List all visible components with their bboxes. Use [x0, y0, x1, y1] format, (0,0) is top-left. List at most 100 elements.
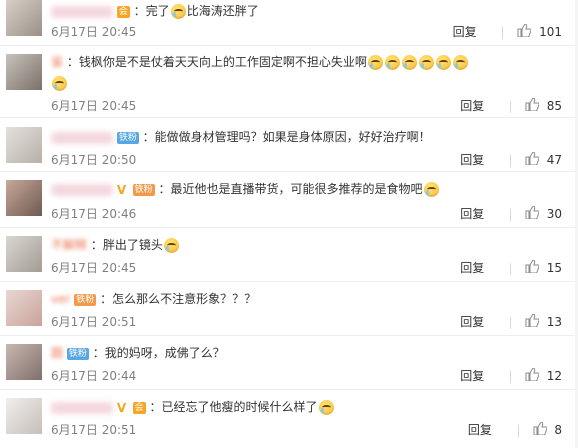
thumbs-up-icon[interactable]	[525, 259, 540, 277]
comment-item: 宙 ：钱枫你是不是仗着天天向上的工作固定啊不担心失业啊 6月17日 20:45 …	[0, 46, 578, 118]
comment-text: ：完了	[133, 4, 170, 18]
divider	[510, 316, 512, 329]
comment-meta: 6月17日 20:46 回复 30	[51, 205, 570, 223]
username[interactable]	[51, 131, 113, 144]
thumbs-up-icon[interactable]	[525, 97, 540, 115]
divider	[510, 262, 512, 275]
like-count: 8	[554, 423, 562, 437]
username[interactable]	[51, 5, 113, 18]
fan-badge: 铁粉	[132, 183, 155, 196]
reply-button[interactable]: 回复	[453, 25, 477, 39]
reply-button[interactable]: 回复	[460, 315, 484, 329]
username[interactable]	[51, 183, 113, 196]
divider	[510, 208, 512, 221]
thumbs-up-icon[interactable]	[533, 421, 548, 439]
timestamp: 6月17日 20:50	[51, 153, 137, 167]
verified-v-icon: V	[116, 400, 127, 415]
comment-body: 圆 铁粉 ：我的妈呀，成佛了么？	[51, 344, 568, 362]
comment-body: V 会 ：已经忘了他瘦的时候什么样了	[51, 398, 568, 416]
comment-body: ver 铁粉 ：怎么那么不注意形象？？？	[51, 290, 568, 308]
comment-item: 铁粉 ：能做做身材管理吗？如果是身体原因，好好治疗啊！ 6月17日 20:50 …	[0, 118, 578, 172]
emoji-icon	[401, 55, 417, 70]
emoji-icon	[384, 55, 400, 70]
fan-badge: 铁粉	[116, 131, 139, 144]
avatar[interactable]	[6, 127, 42, 163]
reply-button[interactable]: 回复	[460, 99, 484, 113]
username[interactable]: 宙	[51, 55, 63, 69]
like-count: 30	[546, 207, 562, 221]
comment-item: ver 铁粉 ：怎么那么不注意形象？？？ 6月17日 20:51 回复 13	[0, 282, 578, 336]
comment-text-tail: 比海涛还胖了	[186, 4, 259, 18]
avatar[interactable]	[6, 398, 42, 434]
timestamp: 6月17日 20:51	[51, 315, 137, 329]
comment-body: V 铁粉 ：最近他也是直播带货，可能很多推荐的是食物吧	[51, 180, 568, 198]
comment-meta: 6月17日 20:45 回复 85	[51, 97, 570, 115]
comment-body: 不解释 ：胖出了镜头	[51, 236, 568, 254]
fan-badge: 铁粉	[74, 293, 97, 306]
emoji-icon	[435, 55, 451, 70]
comment-item: 圆 铁粉 ：我的妈呀，成佛了么？ 6月17日 20:44 回复 12	[0, 336, 578, 390]
fan-badge: 铁粉	[66, 347, 89, 360]
reply-button[interactable]: 回复	[460, 261, 484, 275]
comment-item: 会 ：完了 比海涛还胖了 6月17日 20:45 回复 101	[0, 0, 578, 46]
comment-text: ：怎么那么不注意形象？？？	[100, 292, 257, 306]
username[interactable]: ver	[51, 292, 70, 306]
avatar[interactable]	[6, 236, 42, 272]
reply-button[interactable]: 回复	[468, 423, 492, 437]
emoji-icon	[423, 182, 439, 197]
timestamp: 6月17日 20:45	[51, 261, 137, 275]
comment-meta: 6月17日 20:50 回复 47	[51, 151, 570, 169]
thumbs-up-icon[interactable]	[517, 23, 532, 41]
like-count: 13	[546, 315, 562, 329]
like-count: 85	[546, 99, 562, 113]
avatar[interactable]	[6, 180, 42, 216]
reply-button[interactable]: 回复	[460, 207, 484, 221]
like-count: 101	[539, 25, 562, 39]
comment-item: 不解释 ：胖出了镜头 6月17日 20:45 回复 15	[0, 228, 578, 282]
comment-text: ：胖出了镜头	[90, 238, 163, 252]
username[interactable]	[51, 401, 113, 414]
comment-meta: 6月17日 20:51 回复 13	[51, 313, 570, 331]
divider	[517, 424, 519, 437]
like-count: 12	[546, 369, 562, 383]
username[interactable]: 圆	[51, 346, 63, 360]
divider	[502, 26, 504, 39]
verified-v-icon: V	[116, 182, 127, 197]
comment-body: 宙 ：钱枫你是不是仗着天天向上的工作固定啊不担心失业啊	[51, 52, 568, 72]
avatar[interactable]	[6, 290, 42, 326]
divider	[510, 154, 512, 167]
username[interactable]: 不解释	[51, 238, 87, 252]
timestamp: 6月17日 20:44	[51, 369, 137, 383]
emoji-icon	[318, 400, 334, 415]
avatar[interactable]	[6, 0, 42, 36]
reply-button[interactable]: 回复	[460, 153, 484, 167]
vip-badge-icon: 会	[116, 5, 130, 18]
thumbs-up-icon[interactable]	[525, 313, 540, 331]
comment-text: ：已经忘了他瘦的时候什么样了	[149, 400, 318, 414]
avatar[interactable]	[6, 54, 42, 90]
comment-meta: 6月17日 20:44 回复 12	[51, 367, 570, 385]
thumbs-up-icon[interactable]	[525, 151, 540, 169]
divider	[510, 100, 512, 113]
timestamp: 6月17日 20:46	[51, 207, 137, 221]
reply-button[interactable]: 回复	[460, 369, 484, 383]
emoji-icon	[452, 55, 468, 70]
emoji-icon	[418, 55, 434, 70]
comment-text: ：最近他也是直播带货，可能很多推荐的是食物吧	[158, 182, 423, 196]
vip-badge-icon: 会	[132, 401, 146, 414]
timestamp: 6月17日 20:45	[51, 99, 137, 113]
comment-item: V 铁粉 ：最近他也是直播带货，可能很多推荐的是食物吧 6月17日 20:46 …	[0, 172, 578, 228]
thumbs-up-icon[interactable]	[525, 205, 540, 223]
comment-meta: 6月17日 20:45 回复 101	[51, 23, 570, 41]
avatar[interactable]	[6, 344, 42, 380]
emoji-icon	[367, 55, 383, 70]
emoji-icon	[163, 238, 179, 253]
divider	[510, 370, 512, 383]
like-count: 47	[546, 153, 562, 167]
thumbs-up-icon[interactable]	[525, 367, 540, 385]
comment-body: 会 ：完了 比海涛还胖了	[51, 2, 568, 20]
timestamp: 6月17日 20:45	[51, 25, 137, 39]
comment-text: ：能做做身材管理吗？如果是身体原因，好好治疗啊！	[142, 130, 431, 144]
comment-text: ：我的妈呀，成佛了么？	[92, 346, 225, 360]
comment-body: 铁粉 ：能做做身材管理吗？如果是身体原因，好好治疗啊！	[51, 128, 568, 146]
